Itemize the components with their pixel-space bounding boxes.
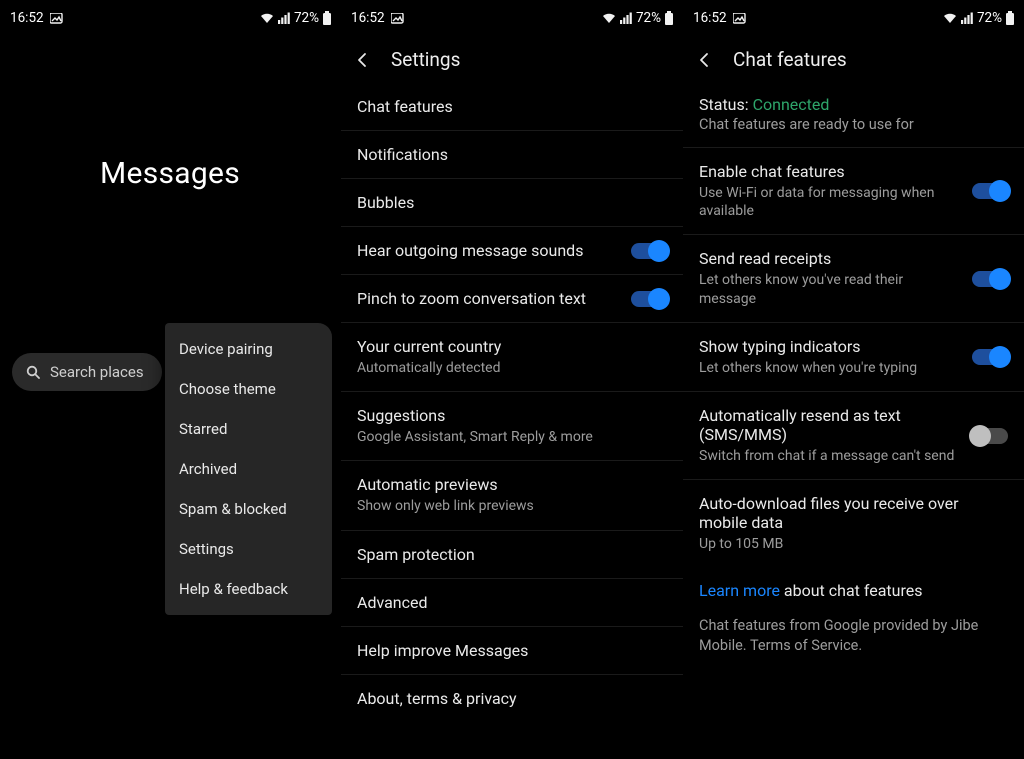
wifi-icon [602,12,616,24]
screenshot-icon [391,13,404,24]
row-bubbles[interactable]: Bubbles [341,179,683,227]
toggle-enable-chat-features[interactable] [972,183,1008,199]
settings-pane: 16:52 72% Settings Chat features Notific… [341,0,683,759]
row-current-country[interactable]: Your current country Automatically detec… [341,323,683,392]
battery-percent: 72% [294,10,319,26]
row-auto-resend[interactable]: Automatically resend as text (SMS/MMS) S… [683,392,1024,480]
toggle-auto-resend[interactable] [972,428,1008,444]
toggle-pinch-zoom[interactable] [631,291,667,307]
status-label: Status: [699,95,753,114]
page-title: Messages [0,30,341,191]
row-typing-indicators[interactable]: Show typing indicators Let others know w… [683,323,1024,392]
header: Chat features [683,30,1024,83]
status-bar: 16:52 72% [0,0,341,30]
row-auto-download[interactable]: Auto-download files you receive over mob… [683,480,1024,567]
messages-home-pane: 16:52 72% Messages Search places Device … [0,0,341,759]
status-time: 16:52 [351,10,385,26]
battery-percent: 72% [636,10,661,26]
row-about-terms[interactable]: About, terms & privacy [341,675,683,722]
menu-item-choose-theme[interactable]: Choose theme [165,369,332,409]
row-help-improve[interactable]: Help improve Messages [341,627,683,675]
toggle-typing-indicators[interactable] [972,349,1008,365]
header: Settings [341,30,683,83]
signal-icon [278,12,290,24]
status-bar: 16:52 72% [341,0,683,30]
status-time: 16:52 [10,10,44,26]
menu-item-help-feedback[interactable]: Help & feedback [165,569,332,609]
battery-icon [1006,11,1014,25]
header-title: Settings [391,48,460,71]
screenshot-icon [733,13,746,24]
row-automatic-previews[interactable]: Automatic previews Show only web link pr… [341,461,683,530]
overflow-menu: Device pairing Choose theme Starred Arch… [165,323,332,615]
toggle-outgoing-sounds[interactable] [631,243,667,259]
menu-item-starred[interactable]: Starred [165,409,332,449]
search-icon [26,365,40,379]
menu-item-archived[interactable]: Archived [165,449,332,489]
row-advanced[interactable]: Advanced [341,579,683,627]
signal-icon [620,12,632,24]
search-input[interactable]: Search places [12,353,162,391]
back-icon[interactable] [353,49,375,71]
toggle-read-receipts[interactable] [972,271,1008,287]
status-time: 16:52 [693,10,727,26]
back-icon[interactable] [695,49,717,71]
status-subtitle: Chat features are ready to use for [683,116,1024,147]
row-spam-protection[interactable]: Spam protection [341,531,683,579]
menu-item-settings[interactable]: Settings [165,529,332,569]
status-block: Status: Connected Chat features are read… [683,83,1024,148]
menu-item-device-pairing[interactable]: Device pairing [165,329,332,369]
learn-more-row: Learn more about chat features [683,567,1024,604]
search-placeholder: Search places [50,363,144,381]
status-value: Connected [753,95,830,114]
row-enable-chat-features[interactable]: Enable chat features Use Wi-Fi or data f… [683,148,1024,235]
battery-icon [323,11,331,25]
row-chat-features[interactable]: Chat features [341,83,683,131]
wifi-icon [943,12,957,24]
row-read-receipts[interactable]: Send read receipts Let others know you'v… [683,235,1024,322]
row-outgoing-sounds[interactable]: Hear outgoing message sounds [341,227,683,275]
row-notifications[interactable]: Notifications [341,131,683,179]
row-pinch-zoom[interactable]: Pinch to zoom conversation text [341,275,683,323]
wifi-icon [260,12,274,24]
learn-more-link[interactable]: Learn more [699,581,780,600]
header-title: Chat features [733,48,847,71]
chat-features-pane: 16:52 72% Chat features Status: Connecte… [683,0,1024,759]
battery-icon [665,11,673,25]
menu-item-spam-blocked[interactable]: Spam & blocked [165,489,332,529]
status-bar: 16:52 72% [683,0,1024,30]
provider-footer: Chat features from Google provided by Ji… [683,604,1024,655]
battery-percent: 72% [977,10,1002,26]
signal-icon [961,12,973,24]
screenshot-icon [50,13,63,24]
settings-list: Chat features Notifications Bubbles Hear… [341,83,683,722]
learn-more-rest: about chat features [780,581,923,600]
row-suggestions[interactable]: Suggestions Google Assistant, Smart Repl… [341,392,683,461]
